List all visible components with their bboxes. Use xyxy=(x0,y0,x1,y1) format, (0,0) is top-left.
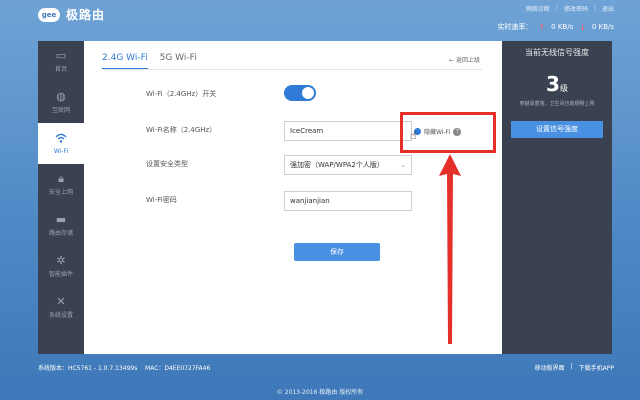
top-bar: gee 极路由 网络诊断 | 修改密码 | 退出 实时速率： ↑ 0 KB/s … xyxy=(0,0,640,40)
sidebar-item-label: 首页 xyxy=(54,66,67,73)
save-button[interactable]: 保存 xyxy=(294,243,380,261)
sidebar-item-plugins[interactable]: ✲ 智能插件 xyxy=(38,246,84,287)
monitor-icon: ▭ xyxy=(55,49,67,62)
sidebar-item-settings[interactable]: ✕ 系统设置 xyxy=(38,287,84,328)
signal-description: 穿越承重墙，卫生间也能顺畅上网 xyxy=(519,101,595,107)
sidebar-item-label: 智能插件 xyxy=(48,271,73,278)
security-type-value: 强加密（WAP/WPA2个人版） xyxy=(290,161,384,169)
set-signal-strength-button[interactable]: 设置信号强度 xyxy=(511,121,603,138)
sidebar-item-label: 安全上网 xyxy=(48,189,73,196)
annotation-arrow-icon xyxy=(439,154,461,344)
back-link[interactable]: ← 返回上级 xyxy=(449,55,480,64)
sidebar-item-label: Wi-Fi xyxy=(53,147,69,155)
signal-panel-title: 当前无线信号强度 xyxy=(525,48,589,57)
network-diagnosis-link[interactable]: 网络诊断 xyxy=(526,4,550,13)
sidebar-item-wifi[interactable]: Wi-Fi xyxy=(38,123,84,164)
divider: | xyxy=(570,363,573,370)
wifi-password-input[interactable]: wanjianjian xyxy=(284,191,412,211)
toggle-knob xyxy=(302,87,314,99)
main-panel: ▭ 首页 ◍ 互联网 Wi-Fi 🔒︎ 安全上网 ▬ 路由存储 ✲ 智能插件 ✕… xyxy=(38,41,612,354)
wrench-icon: ✕ xyxy=(56,295,66,308)
download-arrow-icon: ↓ xyxy=(579,22,586,32)
back-link-label: 返回上级 xyxy=(455,57,480,64)
wifi-switch-toggle[interactable] xyxy=(284,85,316,101)
signal-level-number: 3 xyxy=(546,72,560,96)
copyright: © 2013-2016 极路由 版权所有 xyxy=(276,389,364,396)
wifi-switch-label: Wi-Fi（2.4GHz）开关 xyxy=(146,90,217,98)
lock-icon: 🔒︎ xyxy=(58,172,64,185)
download-app-link[interactable]: 下载手机APP xyxy=(579,363,614,372)
tab-2g-wifi[interactable]: 2.4G Wi-Fi xyxy=(102,53,148,70)
wifi-name-input[interactable]: IceCream xyxy=(284,121,412,141)
sidebar-item-label: 系统设置 xyxy=(48,312,73,319)
sidebar-item-home[interactable]: ▭ 首页 xyxy=(38,41,84,82)
system-version: 系统版本：HC5761 - 1.0.7.13499s xyxy=(38,365,138,372)
security-type-select[interactable]: 强加密（WAP/WPA2个人版） ⌄ xyxy=(284,155,412,175)
divider: | xyxy=(593,4,596,11)
sidebar-item-label: 互联网 xyxy=(51,107,70,114)
wifi-icon xyxy=(55,133,67,146)
mobile-ui-link[interactable]: 移动版界面 xyxy=(535,363,565,372)
folder-icon: ▬ xyxy=(55,213,67,226)
logout-link[interactable]: 退出 xyxy=(602,4,614,13)
security-type-label: 设置安全类型 xyxy=(146,160,188,168)
signal-strength-panel: 当前无线信号强度 3级 穿越承重墙，卫生间也能顺畅上网 设置信号强度 xyxy=(502,41,612,354)
wifi-settings-content: 2.4G Wi-Fi 5G Wi-Fi ← 返回上级 Wi-Fi（2.4GHz）… xyxy=(84,41,502,354)
logo[interactable]: gee 极路由 xyxy=(38,6,105,23)
divider: | xyxy=(555,4,558,11)
change-password-link[interactable]: 修改密码 xyxy=(564,4,588,13)
tab-5g-wifi[interactable]: 5G Wi-Fi xyxy=(160,53,197,70)
wifi-password-label: Wi-Fi密码 xyxy=(146,196,177,204)
logo-text: 极路由 xyxy=(66,8,106,22)
realtime-speed: 实时速率： ↑ 0 KB/s ↓ 0 KB/s xyxy=(497,22,614,32)
signal-level: 3级 xyxy=(502,72,612,96)
sidebar-item-secure[interactable]: 🔒︎ 安全上网 xyxy=(38,164,84,205)
speed-label: 实时速率： xyxy=(497,23,533,31)
upload-arrow-icon: ↑ xyxy=(538,22,546,32)
tab-divider xyxy=(102,69,482,70)
sidebar: ▭ 首页 ◍ 互联网 Wi-Fi 🔒︎ 安全上网 ▬ 路由存储 ✲ 智能插件 ✕… xyxy=(38,41,84,354)
system-info: 系统版本：HC5761 - 1.0.7.13499s MAC：D4EE0727F… xyxy=(38,363,210,372)
top-links: 网络诊断 | 修改密码 | 退出 xyxy=(526,4,614,13)
signal-level-unit: 级 xyxy=(559,84,568,93)
globe-icon: ◍ xyxy=(56,90,66,103)
upload-speed: 0 KB/s xyxy=(551,23,574,31)
annotation-highlight-box xyxy=(400,112,496,153)
footer-links: 移动版界面 | 下载手机APP xyxy=(535,363,614,372)
mac-address: MAC：D4EE0727FA46 xyxy=(144,365,211,372)
tab-bar: 2.4G Wi-Fi 5G Wi-Fi xyxy=(102,53,197,70)
footer: 系统版本：HC5761 - 1.0.7.13499s MAC：D4EE0727F… xyxy=(0,360,640,400)
sidebar-item-internet[interactable]: ◍ 互联网 xyxy=(38,82,84,123)
back-arrow-icon: ← xyxy=(449,57,455,64)
sidebar-item-label: 路由存储 xyxy=(48,230,73,237)
sidebar-item-storage[interactable]: ▬ 路由存储 xyxy=(38,205,84,246)
logo-badge: gee xyxy=(38,7,60,22)
plugin-icon: ✲ xyxy=(56,254,66,267)
chevron-down-icon: ⌄ xyxy=(400,161,406,169)
wifi-name-label: Wi-Fi名称（2.4GHz） xyxy=(146,126,217,134)
download-speed: 0 KB/s xyxy=(591,23,614,31)
